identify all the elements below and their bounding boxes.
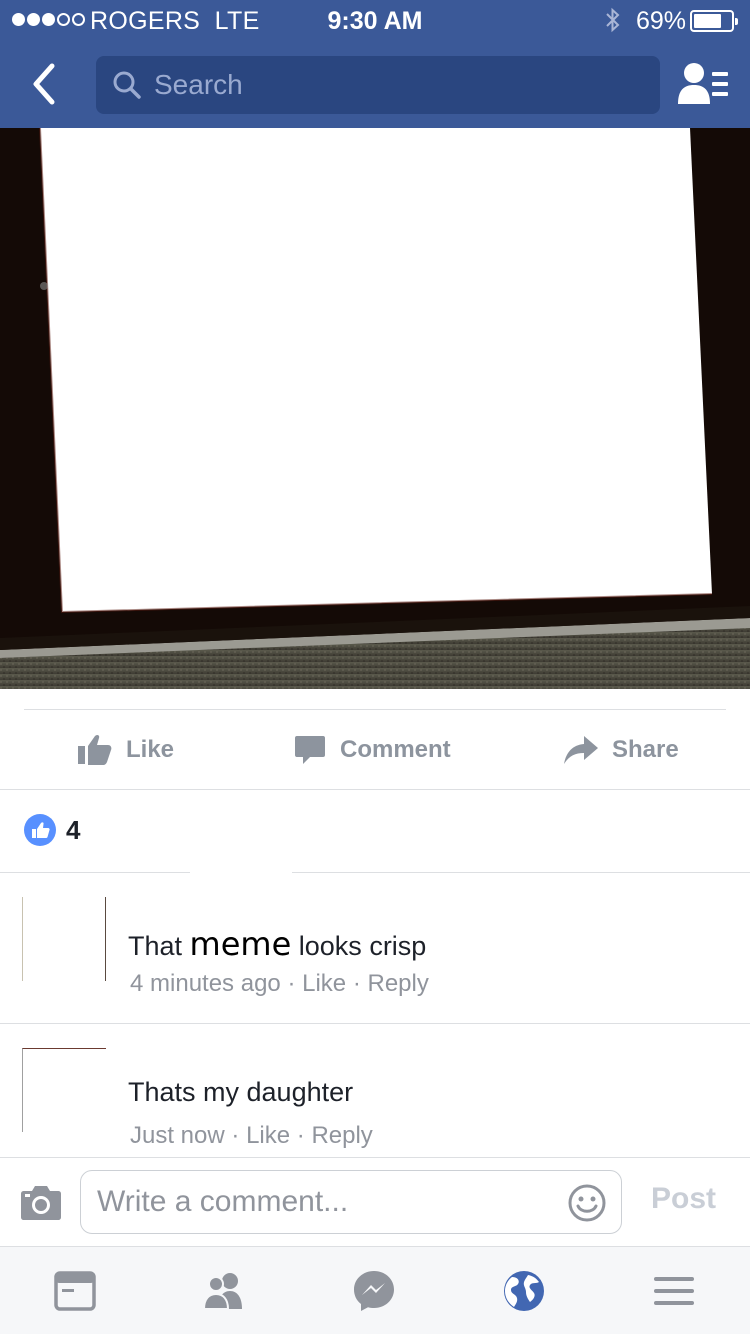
emoji-icon[interactable]: [567, 1183, 607, 1223]
back-chevron-icon: [33, 63, 55, 105]
navigation-bar: Search: [0, 42, 750, 128]
battery-percent: 69%: [636, 7, 687, 35]
news-feed-icon: [54, 1271, 96, 1311]
camera-icon: [21, 1186, 61, 1220]
comment-reply-link[interactable]: Reply: [367, 970, 428, 997]
avatar[interactable]: [22, 1048, 106, 1132]
meta-separator: ·: [287, 970, 296, 997]
bluetooth-icon: [606, 7, 620, 33]
post-button[interactable]: Post: [651, 1182, 716, 1216]
tab-bar: [0, 1246, 750, 1334]
status-bar: ROGERS LTE 9:30 AM 69%: [0, 0, 750, 42]
reaction-count: 4: [66, 814, 81, 845]
comment-text-part: looks crisp: [298, 931, 427, 961]
comment-meta: 4 minutes ago · Like · Reply: [130, 970, 429, 998]
comment-meta: Just now · Like · Reply: [130, 1122, 373, 1150]
like-label: Like: [126, 736, 175, 763]
divider: [0, 789, 750, 790]
tab-notifications[interactable]: [502, 1269, 546, 1313]
meta-separator: ·: [296, 1122, 305, 1149]
share-label: Share: [612, 736, 679, 763]
comment-button[interactable]: Comment: [294, 710, 750, 790]
post-action-bar: Like Comment Share: [0, 710, 750, 790]
photo-image: [0, 128, 750, 689]
menu-icon: [654, 1277, 694, 1305]
meta-separator: ·: [352, 970, 361, 997]
search-input[interactable]: Search: [96, 56, 660, 114]
comment-like-link[interactable]: Like: [246, 1122, 290, 1149]
friends-icon: [202, 1273, 242, 1310]
share-button[interactable]: Share: [564, 710, 679, 790]
comment-text: That meme looks crisp: [128, 925, 426, 963]
comment-composer: Write a comment... Post: [0, 1157, 750, 1246]
messenger-icon: [354, 1271, 394, 1311]
comment-reply-link[interactable]: Reply: [311, 1122, 372, 1149]
like-thumb-icon: [78, 734, 112, 765]
friends-list-icon: [678, 63, 728, 104]
comment-time: 4 minutes ago: [130, 970, 281, 997]
share-arrow-icon: [564, 736, 598, 764]
tab-news-feed[interactable]: [53, 1269, 97, 1313]
comment-item: Thats my daughter Just now · Like · Repl…: [0, 1024, 750, 1158]
camera-button[interactable]: [20, 1182, 62, 1222]
tab-friends[interactable]: [202, 1269, 246, 1313]
comment-input[interactable]: Write a comment...: [80, 1170, 622, 1234]
comment-item: That meme looks crisp 4 minutes ago · Li…: [0, 873, 750, 1023]
like-reaction-icon: [24, 814, 56, 846]
globe-icon: [504, 1271, 544, 1311]
comment-text-emphasis: meme: [189, 925, 292, 963]
comment-label: Comment: [340, 736, 451, 763]
comment-placeholder: Write a comment...: [97, 1185, 349, 1218]
tab-messenger[interactable]: [352, 1269, 396, 1313]
meta-separator: ·: [231, 1122, 240, 1149]
avatar[interactable]: [22, 897, 106, 981]
comment-text-part: That: [128, 931, 183, 961]
like-button[interactable]: Like: [78, 710, 174, 790]
search-placeholder: Search: [154, 69, 243, 100]
comment-bubble-icon: [295, 736, 325, 764]
reactions-summary[interactable]: 4: [24, 812, 80, 848]
search-icon: [113, 71, 141, 99]
battery-icon: [690, 10, 738, 32]
back-button[interactable]: [22, 58, 66, 110]
tab-menu[interactable]: [652, 1269, 696, 1313]
comment-like-link[interactable]: Like: [302, 970, 346, 997]
comment-time: Just now: [130, 1122, 225, 1149]
comment-text: Thats my daughter: [128, 1077, 354, 1107]
friends-list-button[interactable]: [676, 60, 730, 108]
post-photo[interactable]: [0, 128, 750, 689]
